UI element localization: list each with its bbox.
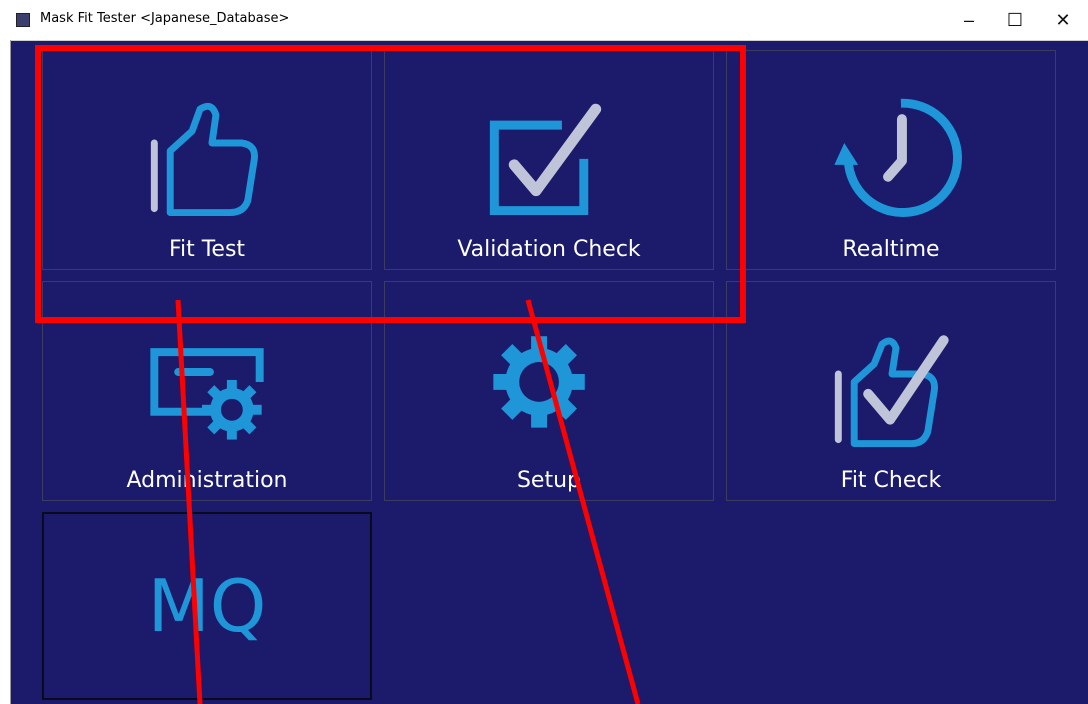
tile-label: Setup (516, 468, 582, 493)
administration-tile[interactable]: Administration (42, 281, 372, 501)
gear-icon (493, 336, 585, 428)
fit-check-tile[interactable]: Fit Check (726, 281, 1056, 501)
window-title: Mask Fit Tester <Japanese_Database> (40, 11, 290, 26)
fit-test-tile[interactable]: Fit Test (42, 50, 372, 270)
mq-label: MQ (147, 564, 267, 648)
tile-label: Administration (126, 468, 288, 493)
setup-tile[interactable]: Setup (384, 281, 714, 501)
thumbs-up-check-icon (834, 335, 949, 448)
minimize-button[interactable]: – (946, 0, 992, 40)
checkbox-icon (489, 103, 602, 216)
validation-check-tile[interactable]: Validation Check (384, 50, 714, 270)
close-button[interactable]: ✕ (1040, 0, 1086, 40)
maximize-button[interactable]: ☐ (992, 0, 1038, 40)
tile-label: Fit Test (168, 237, 246, 262)
title-bar: Mask Fit Tester <Japanese_Database> – ☐ … (0, 0, 1088, 41)
thumbs-up-icon (150, 102, 258, 217)
left-edge (0, 40, 11, 704)
app-icon (16, 13, 30, 27)
mq-tile[interactable]: MQ (42, 512, 372, 700)
tile-label: Realtime (842, 237, 940, 262)
realtime-tile[interactable]: Realtime (726, 50, 1056, 270)
clock-refresh-icon (834, 98, 962, 217)
tile-label: Validation Check (457, 237, 641, 262)
tile-label: Fit Check (840, 468, 942, 493)
admin-card-gear-icon (150, 348, 264, 440)
